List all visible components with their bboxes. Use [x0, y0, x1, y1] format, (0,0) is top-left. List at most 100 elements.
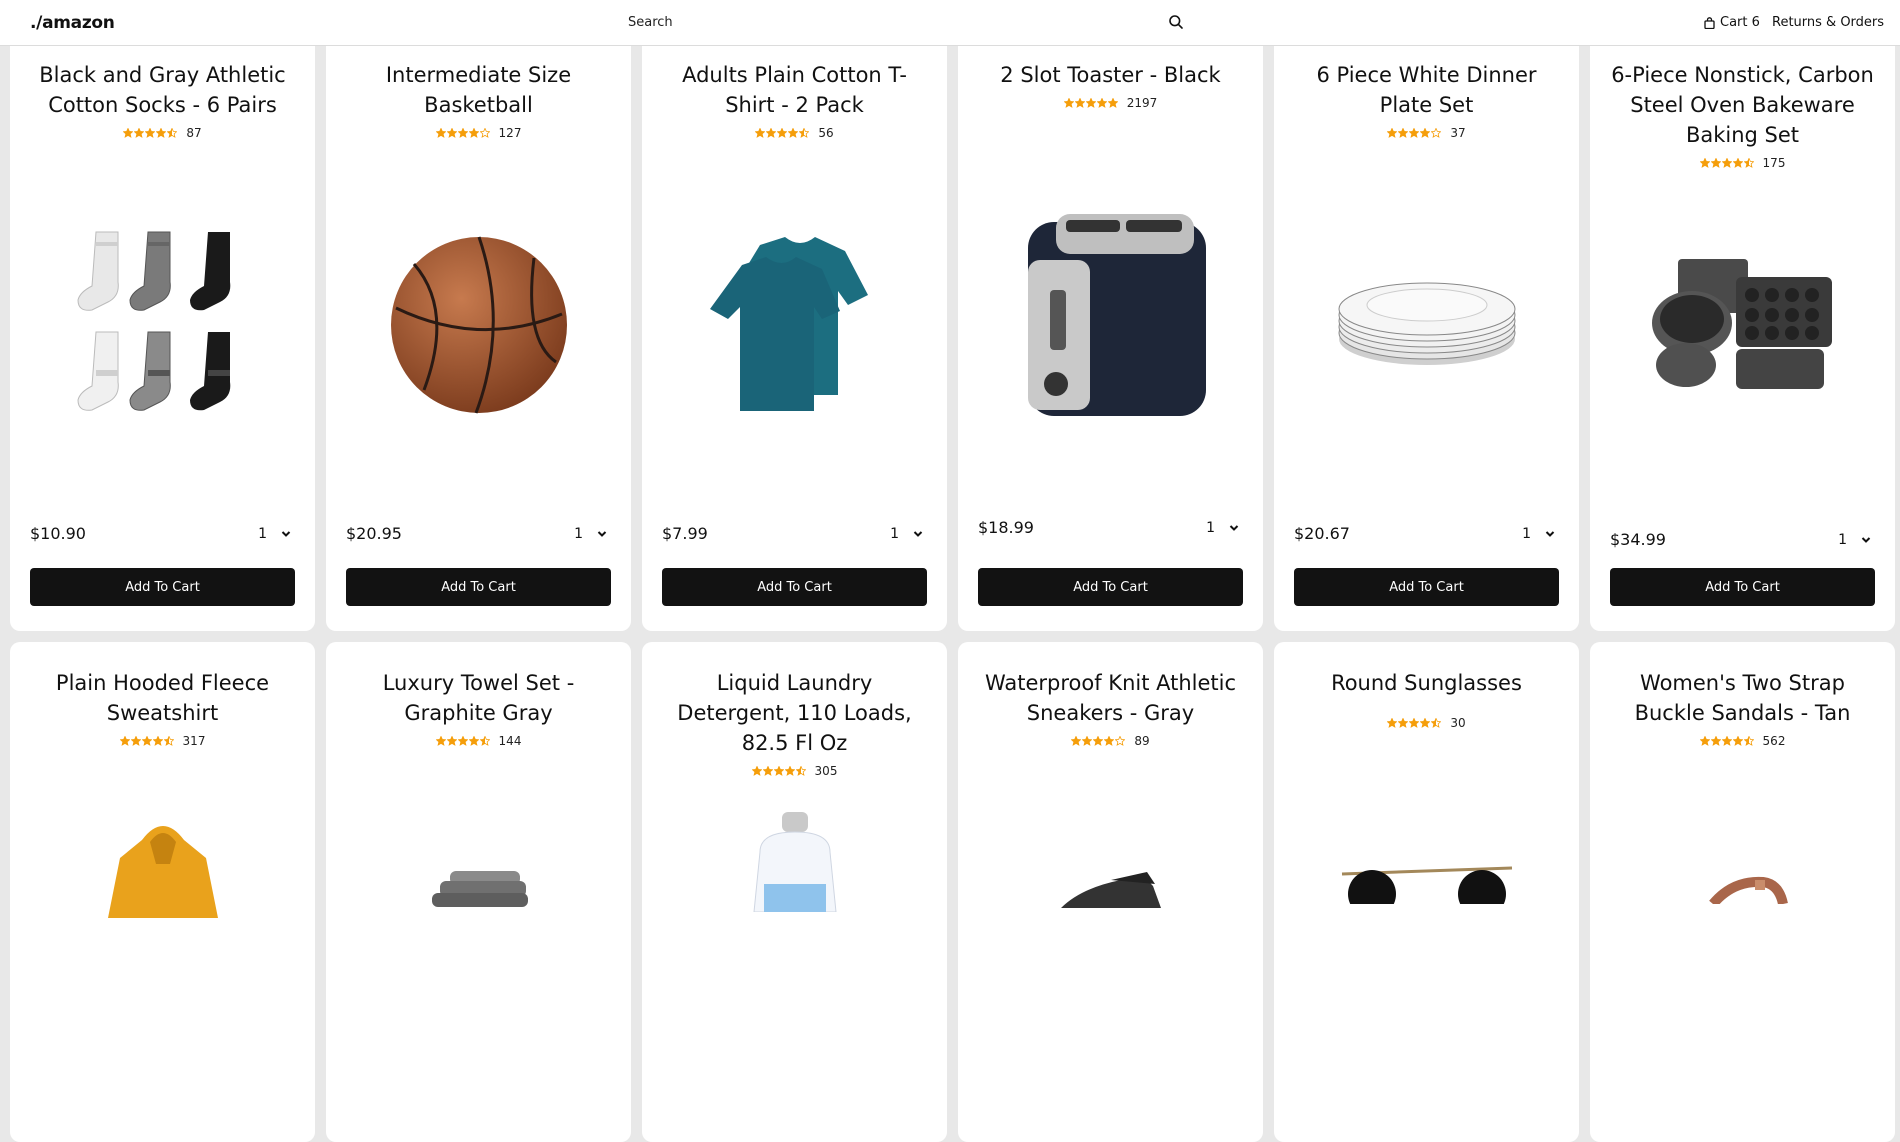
product-title[interactable]: 6-Piece Nonstick, Carbon Steel Oven Bake… — [1608, 60, 1877, 150]
sneaker-image — [1060, 872, 1161, 908]
cart-link[interactable]: Cart 6 — [1704, 15, 1760, 30]
product-card: Round Sunglasses 30 — [1274, 642, 1579, 1142]
product-image[interactable] — [326, 200, 631, 450]
review-count[interactable]: 56 — [818, 126, 833, 140]
product-image[interactable] — [326, 867, 631, 907]
star-icon — [1387, 128, 1398, 138]
product-image[interactable] — [1590, 874, 1895, 904]
product-title[interactable]: Black and Gray Athletic Cotton Socks - 6… — [28, 60, 297, 120]
chevron-down-icon — [1229, 524, 1239, 531]
search-input[interactable] — [614, 6, 1194, 38]
quantity-select[interactable]: 1 — [1522, 526, 1559, 542]
review-count[interactable]: 87 — [186, 126, 201, 140]
review-count[interactable]: 175 — [1763, 156, 1786, 170]
rating-stars — [755, 128, 810, 138]
add-to-cart-button[interactable]: Add To Cart — [346, 568, 611, 606]
star-icon — [1115, 736, 1126, 746]
sunglasses-image — [1341, 866, 1512, 904]
star-icon — [1710, 158, 1721, 168]
quantity-value: 1 — [1522, 525, 1531, 542]
product-card: Liquid Laundry Detergent, 110 Loads, 82.… — [642, 642, 947, 1142]
quantity-select[interactable]: 1 — [890, 526, 927, 542]
star-icon — [777, 128, 788, 138]
add-to-cart-button[interactable]: Add To Cart — [30, 568, 295, 606]
product-title[interactable]: Waterproof Knit Athletic Sneakers - Gray — [976, 668, 1245, 728]
product-title[interactable]: Plain Hooded Fleece Sweatshirt — [28, 668, 297, 728]
star-icon — [1409, 718, 1420, 728]
chevron-down-icon — [597, 530, 607, 537]
product-image[interactable] — [1590, 200, 1895, 450]
product-rating: 144 — [344, 734, 613, 748]
star-icon — [141, 736, 152, 746]
review-count[interactable]: 305 — [815, 764, 838, 778]
quantity-select[interactable]: 1 — [1206, 520, 1243, 536]
star-icon — [762, 766, 773, 776]
star-icon — [1082, 736, 1093, 746]
basketball-image — [390, 236, 567, 414]
product-image[interactable] — [10, 818, 315, 918]
rating-stars — [1071, 736, 1126, 746]
star-icon — [1420, 718, 1431, 728]
returns-orders-link[interactable]: Returns & Orders — [1772, 15, 1884, 30]
search-bar — [614, 6, 1194, 38]
review-count[interactable]: 317 — [183, 734, 206, 748]
product-title[interactable]: Liquid Laundry Detergent, 110 Loads, 82.… — [660, 668, 929, 758]
product-image[interactable] — [642, 200, 947, 450]
star-icon — [788, 128, 799, 138]
sandals-image — [1708, 876, 1788, 904]
product-image[interactable] — [642, 812, 947, 912]
search-icon[interactable] — [1168, 14, 1184, 30]
quantity-select[interactable]: 1 — [574, 526, 611, 542]
price-row: $7.99 1 — [662, 524, 927, 543]
product-card: Adults Plain Cotton T-Shirt - 2 Pack 56 … — [642, 0, 947, 631]
rating-stars — [1699, 158, 1754, 168]
product-rating: 2197 — [976, 96, 1245, 110]
product-image[interactable] — [1274, 200, 1579, 450]
product-title[interactable]: 6 Piece White Dinner Plate Set — [1292, 60, 1561, 120]
quantity-select[interactable]: 1 — [1838, 532, 1875, 548]
quantity-value: 1 — [890, 525, 899, 542]
star-icon — [1743, 736, 1754, 746]
price-row: $10.90 1 — [30, 524, 295, 543]
quantity-select[interactable]: 1 — [258, 526, 295, 542]
review-count[interactable]: 562 — [1763, 734, 1786, 748]
price-row: $20.95 1 — [346, 524, 611, 543]
rating-stars — [119, 736, 174, 746]
add-to-cart-button[interactable]: Add To Cart — [1294, 568, 1559, 606]
product-image[interactable] — [1274, 864, 1579, 904]
star-icon — [130, 736, 141, 746]
product-title[interactable]: Adults Plain Cotton T-Shirt - 2 Pack — [660, 60, 929, 120]
chevron-down-icon — [1861, 536, 1871, 543]
review-count[interactable]: 89 — [1134, 734, 1149, 748]
product-image[interactable] — [958, 185, 1263, 435]
add-to-cart-button[interactable]: Add To Cart — [978, 568, 1243, 606]
product-title[interactable]: Round Sunglasses — [1292, 668, 1561, 698]
amazon-logo[interactable]: ./amazon — [30, 13, 115, 33]
product-price: $20.67 — [1294, 524, 1350, 543]
toaster-image — [1027, 214, 1206, 416]
product-title[interactable]: 2 Slot Toaster - Black — [976, 60, 1245, 90]
star-icon — [1420, 128, 1431, 138]
star-icon — [1063, 98, 1074, 108]
review-count[interactable]: 144 — [499, 734, 522, 748]
rating-stars — [435, 736, 490, 746]
star-icon — [167, 128, 178, 138]
product-rating: 562 — [1608, 734, 1877, 748]
product-title[interactable]: Luxury Towel Set - Graphite Gray — [344, 668, 613, 728]
product-title[interactable]: Women's Two Strap Buckle Sandals - Tan — [1608, 668, 1877, 728]
review-count[interactable]: 37 — [1450, 126, 1465, 140]
star-icon — [457, 128, 468, 138]
add-to-cart-button[interactable]: Add To Cart — [1610, 568, 1875, 606]
review-count[interactable]: 127 — [499, 126, 522, 140]
product-price: $34.99 — [1610, 530, 1666, 549]
tshirt-image — [709, 237, 868, 411]
add-to-cart-button[interactable]: Add To Cart — [662, 568, 927, 606]
product-rating: 56 — [660, 126, 929, 140]
product-title[interactable]: Intermediate Size Basketball — [344, 60, 613, 120]
review-count[interactable]: 30 — [1450, 716, 1465, 730]
product-image[interactable] — [958, 868, 1263, 908]
review-count[interactable]: 2197 — [1127, 96, 1158, 110]
star-icon — [1074, 98, 1085, 108]
product-image[interactable] — [10, 200, 315, 450]
product-rating: 127 — [344, 126, 613, 140]
